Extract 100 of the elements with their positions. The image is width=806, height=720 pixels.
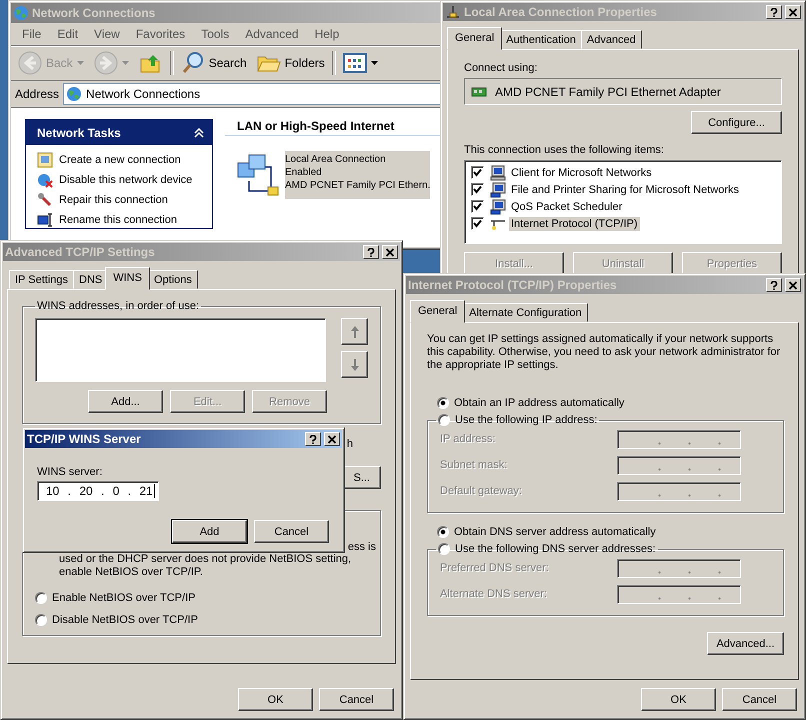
tab[interactable]: Alternate Configuration: [463, 303, 588, 322]
radio-label: Disable NetBIOS over TCP/IP: [52, 614, 198, 626]
address-label: Address: [15, 87, 60, 101]
dialog-button[interactable]: Add...: [88, 390, 163, 413]
field-label: Default gateway:: [440, 485, 522, 497]
radio-label: Use the following DNS server addresses:: [455, 543, 656, 555]
task-link[interactable]: Disable this network device: [59, 174, 192, 186]
toolbar-button[interactable]: Folders: [254, 51, 328, 75]
radio-label: Use the following IP address:: [455, 414, 598, 426]
task-link[interactable]: Rename this connection: [59, 214, 178, 226]
dialog-button[interactable]: OK: [641, 688, 716, 711]
close-icon: [386, 248, 394, 256]
description-text: ess is: [348, 541, 376, 553]
dialog-button[interactable]: Add: [172, 520, 247, 543]
task-pane-header[interactable]: Network Tasks: [26, 120, 212, 145]
tab[interactable]: General: [410, 300, 466, 323]
help-icon: [309, 434, 317, 444]
description-text: used or the DHCP server does not provide NetBIOS setting, enable NetBIOS over TCP/IP.: [58, 553, 352, 579]
help-button[interactable]: [363, 245, 379, 259]
window-title: Network Connections: [32, 6, 156, 20]
field-label: Preferred DNS server:: [440, 562, 549, 574]
intro-text: You can get IP settings assigned automatically if your network supports this capability. Otherwise, you need to ask your network administrator for the appropriate IP settings.: [427, 333, 782, 372]
list-item[interactable]: File and Printer Sharing for Microsoft Networks: [509, 182, 742, 196]
tab[interactable]: General: [447, 27, 502, 50]
dialog-button[interactable]: OK: [238, 688, 313, 711]
window-title: TCP/IP WINS Server: [27, 432, 142, 446]
help-icon: [770, 280, 778, 290]
wrench-icon: [37, 192, 53, 208]
collapse-chevron-icon: [194, 128, 204, 138]
task-link[interactable]: Repair this connection: [59, 194, 168, 206]
computer-icon: [490, 182, 506, 198]
tab[interactable]: Advanced: [580, 30, 642, 49]
help-button[interactable]: [305, 432, 321, 446]
menu-item[interactable]: File: [15, 26, 48, 42]
menu-item[interactable]: View: [87, 26, 127, 42]
radio-button[interactable]: [35, 614, 47, 626]
up-arrow-icon: [350, 324, 360, 338]
help-icon: [770, 8, 778, 16]
caret-icon: [122, 61, 129, 65]
globe-icon: [13, 5, 29, 21]
tab[interactable]: WINS: [105, 267, 150, 290]
list-item[interactable]: QoS Packet Scheduler: [509, 200, 624, 214]
field-label: WINS server:: [37, 466, 104, 478]
dialog-button[interactable]: Cancel: [319, 688, 394, 711]
advanced-button[interactable]: Advanced...: [707, 632, 784, 655]
dialog-button[interactable]: Cancel: [722, 688, 797, 711]
caret-icon: [76, 61, 84, 65]
items-label: This connection uses the following items:: [464, 144, 665, 156]
menu-item[interactable]: Help: [308, 26, 346, 42]
move-down-button[interactable]: [341, 351, 368, 378]
close-icon: [328, 434, 336, 444]
radio-button[interactable]: [437, 526, 449, 538]
radio-button[interactable]: [437, 397, 449, 409]
adapter-field: AMD PCNET Family PCI Ethernet Adapter: [464, 78, 782, 105]
close-button[interactable]: [785, 5, 801, 19]
menu-item[interactable]: Edit: [50, 26, 86, 42]
toolbar-button[interactable]: Search: [178, 51, 250, 75]
radio-button[interactable]: [438, 414, 450, 426]
help-button[interactable]: [766, 5, 782, 19]
field-label: Alternate DNS server:: [440, 588, 547, 600]
help-button[interactable]: [766, 278, 782, 292]
computer-icon: [490, 164, 506, 180]
menu-item[interactable]: Advanced: [238, 26, 306, 42]
down-arrow-icon: [350, 358, 360, 372]
view-grid-icon: [342, 51, 367, 75]
menu-item[interactable]: Favorites: [128, 26, 192, 42]
dialog-button[interactable]: Cancel: [254, 520, 329, 543]
group-label: WINS addresses, in order of use:: [36, 300, 200, 312]
caret-icon: [370, 61, 378, 65]
close-icon: [789, 280, 797, 290]
close-button[interactable]: [324, 432, 340, 446]
connection-item[interactable]: Local Area Connection Enabled AMD PCNET Family PCI Ethern.: [285, 151, 430, 199]
radio-label: Obtain DNS server address automatically: [454, 526, 656, 538]
tab[interactable]: IP Settings: [9, 270, 74, 289]
list-item[interactable]: Internet Protocol (TCP/IP): [509, 216, 640, 230]
menu-item[interactable]: Tools: [194, 26, 236, 42]
radio-button[interactable]: [35, 592, 47, 604]
field-label: Subnet mask:: [440, 459, 508, 471]
checkbox-label: h: [346, 438, 353, 452]
tab[interactable]: Options: [148, 270, 198, 289]
globe-icon: [66, 86, 82, 102]
network-plug-icon: [445, 4, 461, 20]
window-title: Local Area Connection Properties: [464, 5, 658, 19]
radio-label: Obtain an IP address automatically: [454, 397, 624, 409]
search-icon: [180, 51, 205, 75]
list-item[interactable]: Client for Microsoft Networks: [509, 166, 654, 180]
configure-button[interactable]: Configure...: [691, 111, 782, 134]
radio-label: Enable NetBIOS over TCP/IP: [52, 592, 196, 604]
move-up-button[interactable]: [341, 318, 368, 345]
window-title: Advanced TCP/IP Settings: [5, 245, 156, 259]
help-icon: [367, 248, 375, 256]
wins-address-list[interactable]: [35, 318, 326, 382]
close-icon: [789, 8, 797, 16]
close-button[interactable]: [785, 278, 801, 292]
radio-button[interactable]: [438, 543, 450, 555]
computer-icon: [490, 198, 506, 214]
ip-address-field[interactable]: 10 . 20 . 0 . 21: [37, 481, 159, 501]
task-link[interactable]: Create a new connection: [59, 154, 181, 166]
close-button[interactable]: [382, 245, 398, 259]
connect-using-label: Connect using:: [464, 62, 538, 74]
